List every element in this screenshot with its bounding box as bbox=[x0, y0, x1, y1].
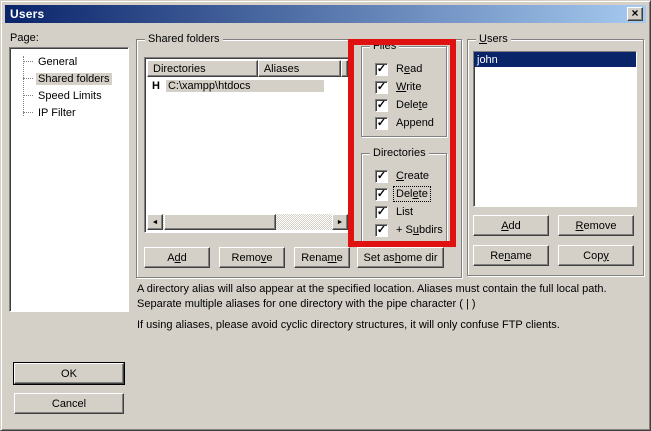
checkbox-label: Read bbox=[394, 62, 424, 76]
check-icon: ✓ bbox=[377, 225, 386, 235]
tree-item-shared-folders[interactable]: Shared folders bbox=[10, 70, 128, 87]
column-header-aliases[interactable]: Aliases bbox=[258, 60, 341, 77]
ok-button[interactable]: OK bbox=[14, 363, 124, 384]
scroll-left-button[interactable]: ◄ bbox=[147, 214, 163, 230]
files-group-label: Files bbox=[370, 40, 399, 52]
add-directory-button[interactable]: Add bbox=[144, 247, 210, 268]
checkbox: ✓ bbox=[375, 63, 388, 76]
home-flag: H bbox=[152, 80, 160, 92]
tree-item-speed-limits[interactable]: Speed Limits bbox=[10, 87, 128, 104]
scrollbar-thumb[interactable] bbox=[164, 214, 276, 230]
rename-directory-button[interactable]: Rename bbox=[294, 247, 350, 268]
checkbox-label: + Subdirs bbox=[394, 223, 445, 237]
scroll-right-button[interactable]: ► bbox=[332, 214, 348, 230]
close-button[interactable]: × bbox=[627, 7, 643, 21]
users-listbox[interactable]: john bbox=[473, 51, 637, 207]
user-row-john[interactable]: john bbox=[474, 52, 636, 67]
window-title: Users bbox=[10, 7, 44, 21]
column-header-filler bbox=[341, 60, 348, 77]
checkbox-create[interactable]: ✓ Create bbox=[375, 167, 446, 185]
tree-item-general[interactable]: General bbox=[10, 53, 128, 70]
set-as-home-dir-button[interactable]: Set as home dir bbox=[357, 247, 444, 268]
add-user-button[interactable]: Add bbox=[473, 215, 549, 236]
remove-user-button[interactable]: Remove bbox=[558, 215, 634, 236]
alias-notes: A directory alias will also appear at th… bbox=[137, 282, 651, 333]
checkbox-label: Append bbox=[394, 116, 436, 130]
scroll-right-icon: ► bbox=[337, 219, 344, 226]
checkbox: ✓ bbox=[375, 170, 388, 183]
checkbox-read[interactable]: ✓ Read bbox=[375, 60, 446, 78]
files-group: Files ✓ Read ✓ Write ✓ Delete ✓ Append bbox=[361, 46, 447, 137]
page-tree[interactable]: General Shared folders Speed Limits IP F… bbox=[9, 47, 129, 312]
checkbox-delete-file[interactable]: ✓ Delete bbox=[375, 96, 446, 114]
close-icon: × bbox=[631, 6, 638, 20]
check-icon: ✓ bbox=[377, 118, 386, 128]
checkbox-write[interactable]: ✓ Write bbox=[375, 78, 446, 96]
directory-row[interactable]: H C:\xampp\htdocs bbox=[147, 78, 324, 93]
alias-note-1: A directory alias will also appear at th… bbox=[137, 282, 651, 312]
checkbox-label: Create bbox=[394, 169, 431, 183]
titlebar[interactable]: Users × bbox=[5, 5, 646, 23]
checkbox-label: List bbox=[394, 205, 415, 219]
check-icon: ✓ bbox=[377, 189, 386, 199]
shared-folders-group-label: Shared folders bbox=[145, 33, 223, 45]
copy-user-button[interactable]: Copy bbox=[558, 245, 634, 266]
cancel-button[interactable]: Cancel bbox=[14, 393, 124, 414]
check-icon: ✓ bbox=[377, 64, 386, 74]
horizontal-scrollbar[interactable]: ◄ ► bbox=[147, 214, 348, 230]
check-icon: ✓ bbox=[377, 82, 386, 92]
check-icon: ✓ bbox=[377, 100, 386, 110]
rename-user-button[interactable]: Rename bbox=[473, 245, 549, 266]
column-header-directories[interactable]: Directories bbox=[147, 60, 258, 77]
checkbox-append[interactable]: ✓ Append bbox=[375, 114, 446, 132]
directory-path: C:\xampp\htdocs bbox=[166, 80, 324, 92]
checkbox-subdirs[interactable]: ✓ + Subdirs bbox=[375, 221, 446, 239]
checkbox-label: Write bbox=[394, 80, 423, 94]
tree-item-ip-filter[interactable]: IP Filter bbox=[10, 104, 128, 121]
checkbox-list[interactable]: ✓ List bbox=[375, 203, 446, 221]
checkbox: ✓ bbox=[375, 188, 388, 201]
users-group-label: Users bbox=[476, 33, 511, 45]
page-label: Page: bbox=[10, 32, 39, 44]
checkbox-label: Delete bbox=[394, 98, 430, 112]
users-dialog: Users × Page: General Shared folders Spe… bbox=[0, 0, 651, 431]
directories-group-label: Directories bbox=[370, 147, 429, 159]
scroll-left-icon: ◄ bbox=[152, 219, 159, 226]
checkbox: ✓ bbox=[375, 81, 388, 94]
remove-directory-button[interactable]: Remove bbox=[219, 247, 285, 268]
checkbox: ✓ bbox=[375, 224, 388, 237]
check-icon: ✓ bbox=[377, 171, 386, 181]
alias-note-2: If using aliases, please avoid cyclic di… bbox=[137, 318, 651, 333]
checkbox-label: Delete bbox=[394, 187, 430, 201]
directories-listview[interactable]: Directories Aliases H C:\xampp\htdocs ◄ … bbox=[144, 57, 351, 233]
checkbox: ✓ bbox=[375, 117, 388, 130]
checkbox-delete-dir[interactable]: ✓ Delete bbox=[375, 185, 446, 203]
checkbox: ✓ bbox=[375, 206, 388, 219]
checkbox: ✓ bbox=[375, 99, 388, 112]
check-icon: ✓ bbox=[377, 207, 386, 217]
directories-group: Directories ✓ Create ✓ Delete ✓ List ✓ +… bbox=[361, 153, 447, 244]
